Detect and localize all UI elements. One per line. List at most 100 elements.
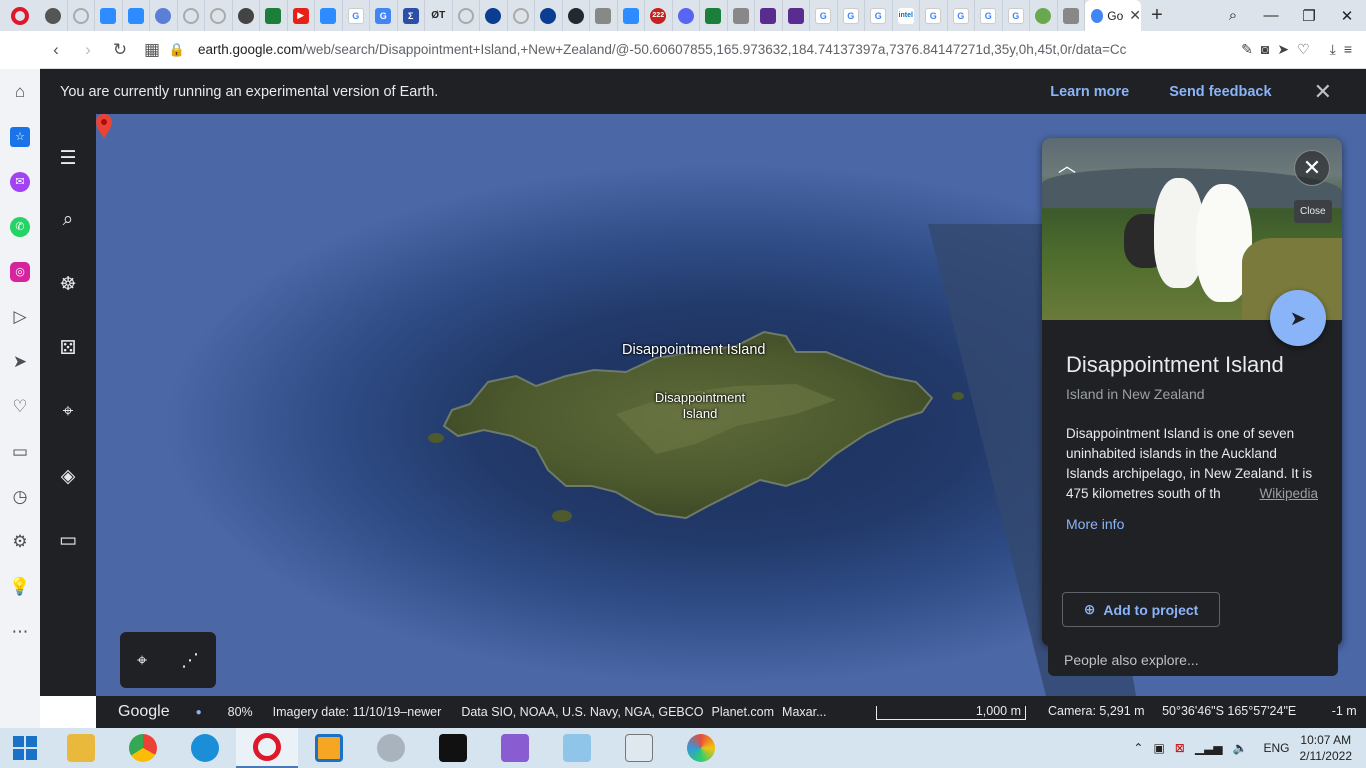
maxar-attribution[interactable]: Maxar... xyxy=(782,705,826,719)
tab[interactable] xyxy=(315,0,343,31)
forward-button[interactable]: › xyxy=(72,40,104,60)
show-hidden-icons[interactable]: ⌃ xyxy=(1133,741,1143,755)
close-banner-icon[interactable]: ✕ xyxy=(1314,79,1332,105)
collapse-chevron-icon[interactable]: ︿ xyxy=(1058,152,1076,178)
tab[interactable] xyxy=(480,0,508,31)
history-icon[interactable]: ◷ xyxy=(0,474,40,519)
tab[interactable] xyxy=(205,0,233,31)
tab[interactable]: G xyxy=(838,0,865,31)
tab[interactable] xyxy=(1058,0,1085,31)
start-button[interactable] xyxy=(0,728,50,768)
opera-app[interactable] xyxy=(236,728,298,768)
tab[interactable]: intel xyxy=(893,0,920,31)
close-card-button[interactable]: ✕ xyxy=(1294,150,1330,186)
home-icon[interactable]: ⌂ xyxy=(0,69,40,114)
tab[interactable] xyxy=(233,0,260,31)
reload-button[interactable]: ↻ xyxy=(104,40,136,60)
feeling-lucky-icon[interactable]: ⚄ xyxy=(40,316,96,380)
tab[interactable] xyxy=(1030,0,1058,31)
tab[interactable] xyxy=(178,0,205,31)
tab-overview-icon[interactable]: ▦ xyxy=(136,40,168,60)
tab[interactable] xyxy=(260,0,288,31)
tab[interactable] xyxy=(68,0,95,31)
volume-icon[interactable]: 🔈 xyxy=(1233,741,1248,755)
voyager-icon[interactable]: ☸ xyxy=(40,252,96,316)
send-icon[interactable]: ➤ xyxy=(0,339,40,384)
tab[interactable]: ▶ xyxy=(288,0,315,31)
tab[interactable] xyxy=(590,0,618,31)
chrome-app[interactable] xyxy=(112,728,174,768)
map-style-icon[interactable]: ◈ xyxy=(40,444,96,508)
messenger-icon[interactable]: ✉ xyxy=(0,159,40,204)
pin-label[interactable]: Disappointment Island xyxy=(648,390,752,422)
map-pin-icon[interactable] xyxy=(96,114,112,138)
camera-icon[interactable]: ◙ xyxy=(1261,41,1269,58)
speed-dial-icon[interactable]: ☆ xyxy=(0,114,40,159)
learn-more-link[interactable]: Learn more xyxy=(1050,84,1129,100)
people-also-explore[interactable]: People also explore... xyxy=(1048,644,1338,676)
monitor-app[interactable] xyxy=(608,728,670,768)
tab[interactable]: G xyxy=(810,0,838,31)
send-feedback-link[interactable]: Send feedback xyxy=(1169,84,1271,100)
place-photo[interactable]: ︿ ✕ Close ➤ xyxy=(1042,138,1342,346)
terminal-app[interactable] xyxy=(422,728,484,768)
edit-icon[interactable]: ✎ xyxy=(1241,41,1253,58)
place-label[interactable]: Disappointment Island xyxy=(622,342,765,358)
tab[interactable]: Σ xyxy=(398,0,425,31)
send-icon[interactable]: ➤ xyxy=(1277,41,1289,58)
heart-icon[interactable]: ♡ xyxy=(0,384,40,429)
tab[interactable] xyxy=(618,0,645,31)
clock[interactable]: 10:07 AM 2/11/2022 xyxy=(1300,732,1353,764)
tab[interactable] xyxy=(700,0,728,31)
tab[interactable]: G xyxy=(1003,0,1030,31)
menu-icon[interactable]: ≡ xyxy=(1344,41,1352,58)
tab[interactable]: ØT xyxy=(425,0,453,31)
download-icon[interactable]: ⤓ xyxy=(1330,41,1336,58)
close-tab-icon[interactable]: ✕ xyxy=(1129,7,1141,24)
edge-app[interactable] xyxy=(174,728,236,768)
settings-icon[interactable]: ⚙ xyxy=(0,519,40,564)
whatsapp-icon[interactable]: ✆ xyxy=(0,204,40,249)
tab[interactable]: G xyxy=(975,0,1003,31)
tab[interactable] xyxy=(563,0,590,31)
player-icon[interactable]: ▷ xyxy=(0,294,40,339)
close-window-button[interactable]: ✕ xyxy=(1328,7,1366,25)
visual-studio-app[interactable] xyxy=(484,728,546,768)
notes-app[interactable] xyxy=(546,728,608,768)
instagram-icon[interactable]: ◎ xyxy=(0,249,40,294)
tab[interactable] xyxy=(508,0,535,31)
more-info-link[interactable]: More info xyxy=(1066,516,1318,532)
back-button[interactable]: ‹ xyxy=(40,40,72,60)
measure-icon[interactable]: ▭ xyxy=(40,508,96,572)
vmware-app[interactable] xyxy=(298,728,360,768)
more-icon[interactable]: ⋯ xyxy=(0,609,40,654)
bulb-icon[interactable]: 💡 xyxy=(0,564,40,609)
tab[interactable] xyxy=(755,0,783,31)
tab[interactable] xyxy=(123,0,150,31)
tab[interactable] xyxy=(453,0,480,31)
url-field[interactable]: earth.google.com/web/search/Disappointme… xyxy=(186,42,1227,57)
tab[interactable] xyxy=(95,0,123,31)
new-tab-button[interactable]: + xyxy=(1141,4,1173,27)
tabs-icon[interactable]: ▭ xyxy=(0,429,40,474)
tab-active[interactable]: Go ✕ xyxy=(1085,0,1141,31)
add-to-project-button[interactable]: ⊕ Add to project xyxy=(1062,592,1220,627)
speaker-app[interactable] xyxy=(360,728,422,768)
tab[interactable] xyxy=(535,0,563,31)
heart-icon[interactable]: ♡ xyxy=(1297,41,1310,58)
share-button[interactable]: ➤ xyxy=(1270,290,1326,346)
wikipedia-link[interactable]: Wikipedia xyxy=(1233,484,1318,504)
paint-app[interactable] xyxy=(670,728,732,768)
device-icon[interactable]: ▣ xyxy=(1153,741,1164,755)
tab[interactable] xyxy=(150,0,178,31)
tab[interactable]: G xyxy=(865,0,893,31)
draw-path-icon[interactable]: ⋰ xyxy=(181,650,199,671)
tab[interactable]: G xyxy=(370,0,398,31)
network-warning-icon[interactable]: ⊠ xyxy=(1175,741,1185,755)
minimize-button[interactable]: — xyxy=(1252,7,1290,24)
tab[interactable] xyxy=(673,0,700,31)
search-icon[interactable]: ⌕ xyxy=(40,188,96,252)
language-indicator[interactable]: ENG xyxy=(1263,741,1289,755)
opera-menu-button[interactable] xyxy=(0,0,40,31)
signal-icon[interactable]: ▁▃▅ xyxy=(1195,741,1223,755)
